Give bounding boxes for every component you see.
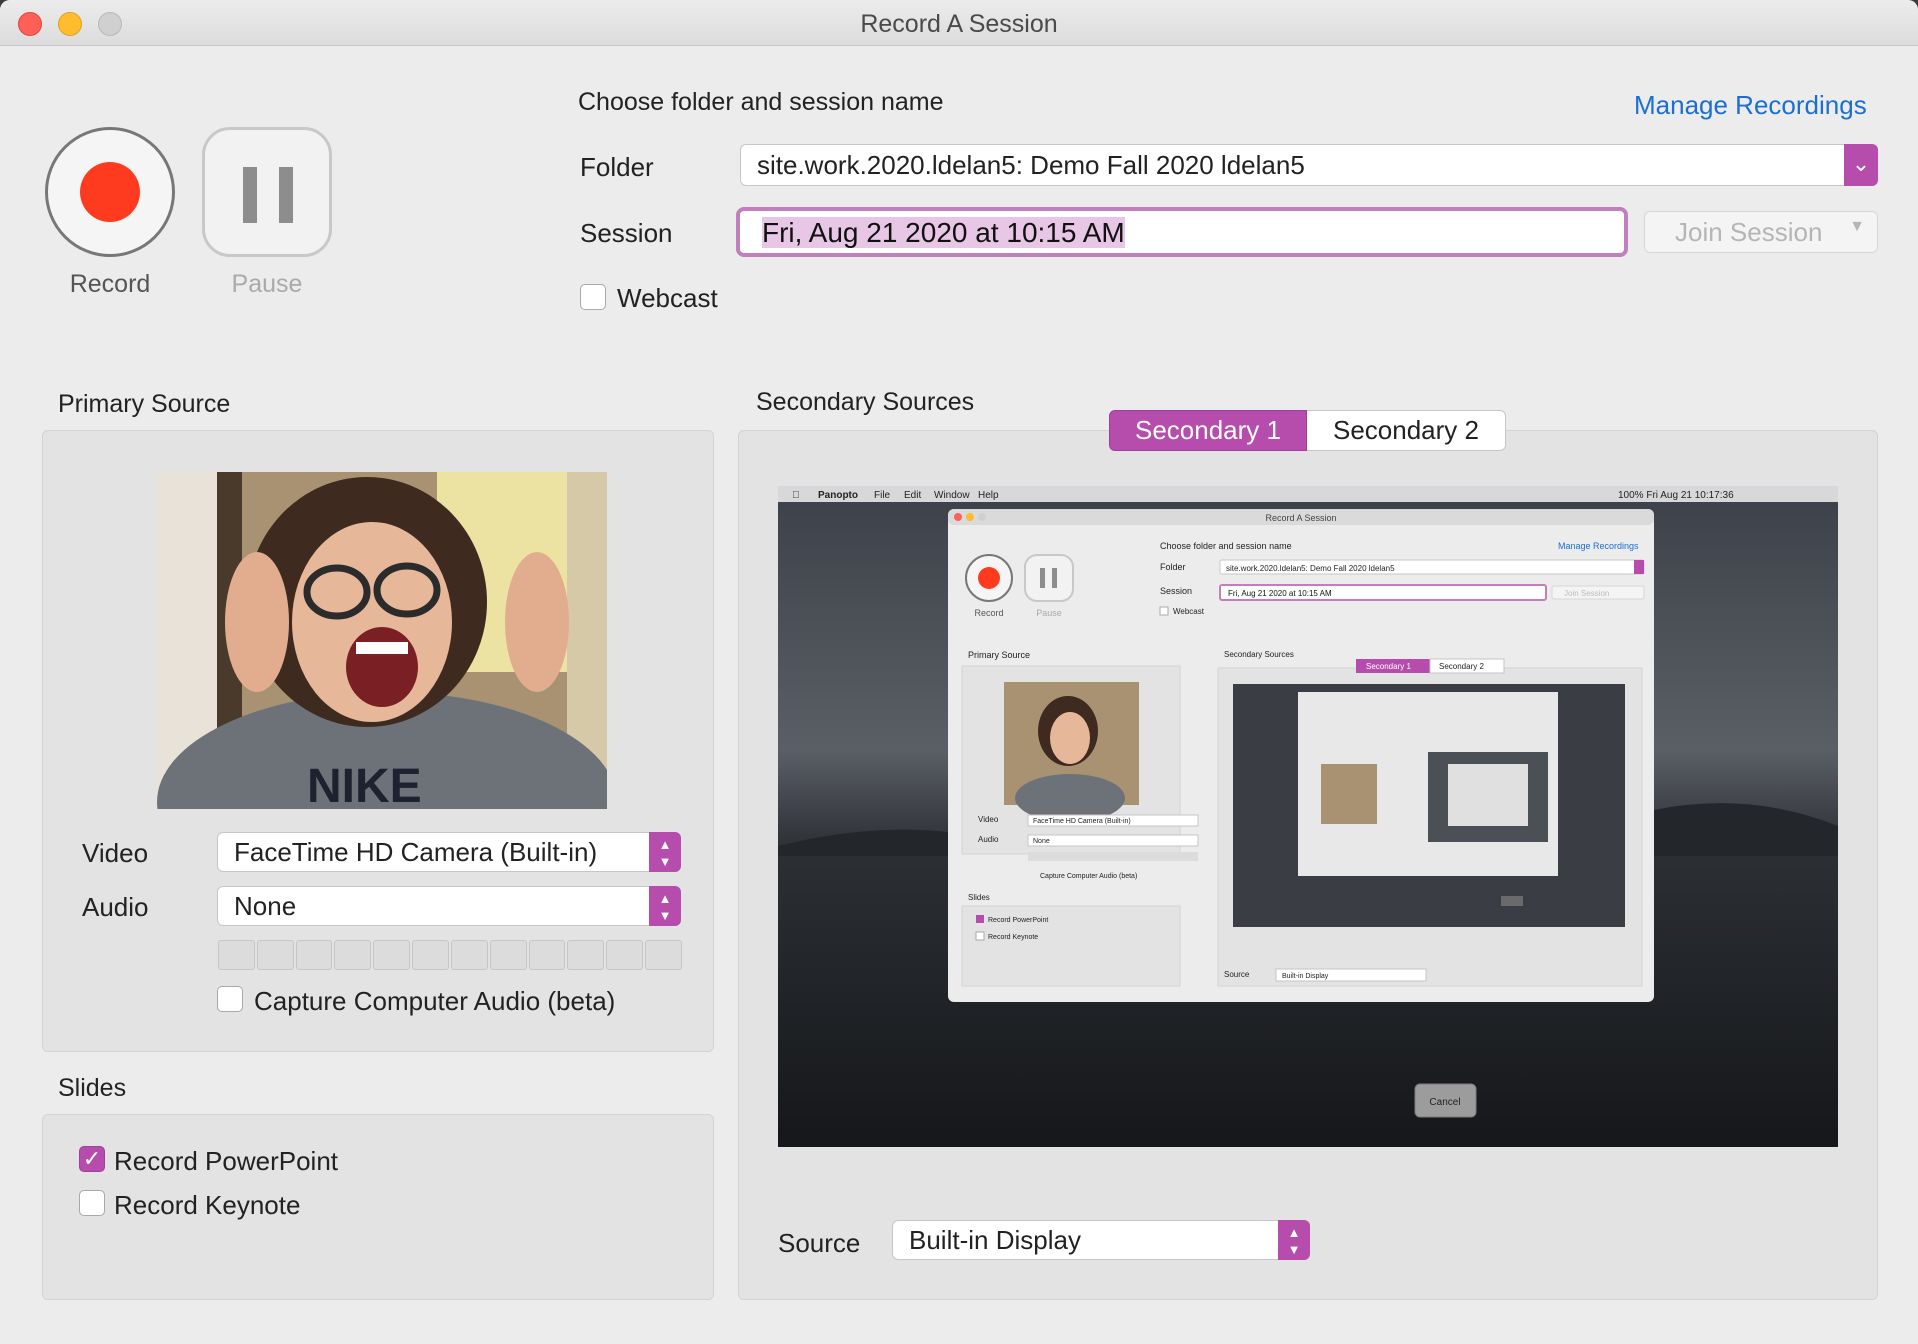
preview-cancel-label: Cancel (1429, 1097, 1460, 1108)
nested-record: Record (974, 608, 1003, 618)
menubar-file: File (874, 490, 891, 501)
session-name-input[interactable]: Fri, Aug 21 2020 at 10:15 AM (736, 207, 1628, 257)
nested-heading: Choose folder and session name (1160, 541, 1292, 551)
manage-recordings-link[interactable]: Manage Recordings (1634, 90, 1867, 121)
nested-slides: Slides (968, 893, 990, 902)
secondary-source-select[interactable]: Built-in Display ▲ ▼ (892, 1220, 1310, 1260)
nested-join: Join Session (1564, 589, 1609, 598)
pause-button[interactable] (202, 127, 332, 257)
pause-icon (243, 167, 257, 223)
nested-session-value: Fri, Aug 21 2020 at 10:15 AM (1228, 589, 1332, 598)
nested-source-label: Source (1224, 970, 1250, 979)
nested-source-value: Built-in Display (1282, 973, 1329, 980)
join-session-label: Join Session (1675, 217, 1823, 247)
audio-source-value: None (234, 891, 297, 921)
pause-icon-bar (279, 167, 293, 223)
folder-select[interactable]: site.work.2020.ldelan5: Demo Fall 2020 l… (740, 144, 1878, 186)
nested-webcast: Webcast (1173, 607, 1205, 616)
primary-source-heading: Primary Source (58, 390, 231, 418)
audio-source-select[interactable]: None ▲ ▼ (217, 886, 681, 926)
menubar-status: 100% Fri Aug 21 10:17:36 (1618, 490, 1734, 501)
svg-text:NIKE: NIKE (307, 760, 422, 809)
screen-preview-image:  Panopto File Edit Window Help 100% Fri… (778, 486, 1838, 1147)
session-setup-heading: Choose folder and session name (578, 88, 944, 116)
pause-label: Pause (231, 270, 303, 298)
session-name-value: Fri, Aug 21 2020 at 10:15 AM (762, 217, 1125, 248)
nested-keynote: Record Keynote (988, 934, 1038, 941)
tab-secondary-2[interactable]: Secondary 2 (1307, 410, 1506, 451)
record-powerpoint-checkbox[interactable]: ✓ (79, 1146, 105, 1172)
window-title: Record A Session (860, 10, 1058, 38)
webcast-checkbox[interactable] (580, 284, 606, 310)
record-dot-icon (80, 162, 140, 222)
source-label: Source (778, 1228, 861, 1258)
nested-folder-value: site.work.2020.ldelan5: Demo Fall 2020 l… (1226, 564, 1395, 573)
record-powerpoint-label: Record PowerPoint (114, 1146, 338, 1176)
nested-video-value: FaceTime HD Camera (Built-in) (1033, 818, 1131, 825)
screen-capture-preview:  Panopto File Edit Window Help 100% Fri… (778, 486, 1838, 1147)
nested-tab1: Secondary 1 (1366, 662, 1411, 671)
audio-label: Audio (82, 892, 149, 922)
nested-pause: Pause (1036, 608, 1062, 618)
nested-tab2: Secondary 2 (1439, 662, 1484, 671)
menubar-app-name: Panopto (818, 490, 858, 501)
webcam-image: NIKE (157, 472, 607, 809)
video-label: Video (82, 838, 149, 868)
nested-title: Record A Session (1265, 513, 1336, 523)
join-session-button[interactable]: Join Session ▼ (1644, 211, 1878, 253)
menubar-help: Help (978, 490, 999, 501)
record-keynote-checkbox[interactable] (79, 1190, 105, 1216)
secondary-source-value: Built-in Display (909, 1225, 1081, 1255)
up-down-stepper-icon: ▲ ▼ (649, 832, 681, 872)
tab-secondary-1[interactable]: Secondary 1 (1109, 410, 1307, 451)
record-button[interactable] (45, 127, 175, 257)
nested-folder-label: Folder (1160, 562, 1186, 572)
nested-capture: Capture Computer Audio (beta) (1040, 873, 1137, 880)
secondary-sources-heading: Secondary Sources (756, 388, 975, 416)
nested-video-label: Video (978, 815, 999, 824)
slides-heading: Slides (58, 1074, 127, 1102)
title-bar: Record A Session (0, 0, 1918, 46)
record-label: Record (69, 270, 151, 298)
chevron-down-icon[interactable]: ⌄ (1844, 144, 1878, 186)
nested-audio-value: None (1033, 838, 1050, 845)
camera-preview: NIKE (157, 472, 607, 809)
nested-manage: Manage Recordings (1558, 541, 1639, 551)
nested-audio-label: Audio (978, 835, 999, 844)
folder-label: Folder (580, 152, 654, 182)
nested-session-label: Session (1160, 586, 1192, 596)
capture-audio-label: Capture Computer Audio (beta) (254, 986, 616, 1016)
nested-ppt: Record PowerPoint (988, 917, 1048, 924)
nested-primary: Primary Source (968, 650, 1030, 660)
record-keynote-label: Record Keynote (114, 1190, 301, 1220)
webcast-label: Webcast (617, 283, 718, 313)
session-label: Session (580, 218, 673, 248)
nested-secondary: Secondary Sources (1224, 650, 1294, 659)
menubar-window: Window (934, 490, 970, 501)
menubar-edit: Edit (904, 490, 921, 501)
video-source-select[interactable]: FaceTime HD Camera (Built-in) ▲ ▼ (217, 832, 681, 872)
caret-down-icon: ▼ (1849, 218, 1865, 235)
audio-level-meter (218, 940, 682, 970)
svg-text::  (792, 490, 800, 501)
record-session-window: Record A Session Record Pause Choose fol… (0, 0, 1918, 1344)
up-down-stepper-icon: ▲ ▼ (1278, 1220, 1310, 1260)
video-source-value: FaceTime HD Camera (Built-in) (234, 837, 598, 867)
folder-value: site.work.2020.ldelan5: Demo Fall 2020 l… (757, 150, 1305, 180)
up-down-stepper-icon: ▲ ▼ (649, 886, 681, 926)
capture-audio-checkbox[interactable] (217, 986, 243, 1012)
